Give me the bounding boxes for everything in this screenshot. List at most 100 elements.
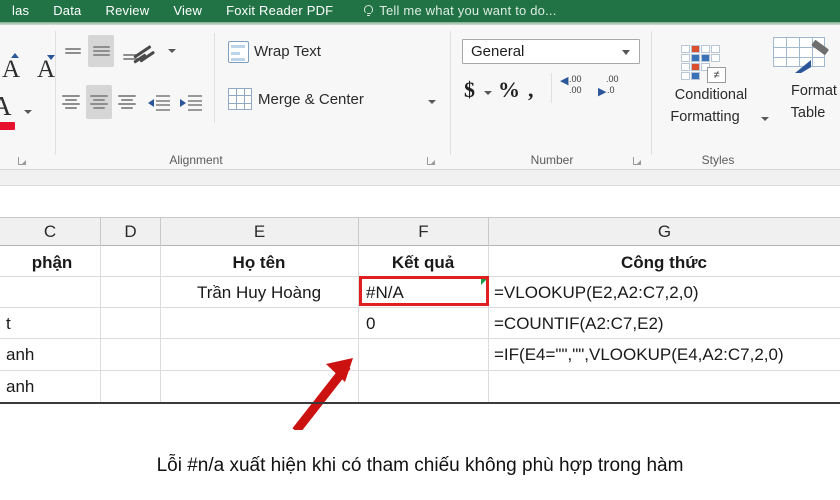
formula-bar[interactable] [0,186,840,218]
tab-formulas[interactable]: las [0,0,41,22]
merge-and-center-button[interactable]: Merge & Center [228,88,443,114]
comma-style-button[interactable]: , [528,77,534,103]
grid-row-line [0,307,840,308]
table-cell-g4[interactable]: =IF(E4="","",VLOOKUP(E4,A2:C7,2,0) [490,341,840,369]
format-as-table-label-line1: Format a [790,83,840,99]
table-cell-d1[interactable] [102,249,160,277]
brush-icon [795,39,830,75]
decrease-decimal-button[interactable]: .00 ▶ .0 [598,75,632,101]
shrink-font-arrow-icon [47,55,55,60]
table-cell-d5[interactable] [102,373,160,401]
tab-review[interactable]: Review [93,0,161,22]
column-header-d[interactable]: D [101,218,161,246]
merge-and-center-label: Merge & Center [258,91,364,108]
orientation-button[interactable] [133,39,164,65]
table-cell-e3[interactable] [161,310,357,338]
increase-indent-arrow-icon [180,99,186,107]
table-cell-d4[interactable] [102,341,160,369]
table-cell-e1[interactable]: Họ tên [161,249,357,277]
table-cell-e2[interactable]: Trần Huy Hoàng [161,279,357,307]
font-color-chevron-down-icon[interactable] [24,110,32,114]
table-cell-g1[interactable]: Công thức [489,249,839,277]
table-cell-f1[interactable]: Kết quả [359,249,487,277]
decrease-indent-arrow-icon [148,99,154,107]
table-cell-c3[interactable]: t [2,310,98,338]
number-group-label: Number [530,153,574,167]
column-header-e[interactable]: E [161,218,359,246]
caption-text: Lỗi #n/a xuất hiện khi có tham chiếu khô… [0,432,840,500]
align-top-button[interactable] [60,39,86,63]
table-cell-d3[interactable] [102,310,160,338]
ribbon-group-styles: ≠ Conditional Formatting Format a [653,25,840,170]
percent-style-button[interactable]: % [498,77,520,103]
font-dialog-launcher[interactable] [17,156,27,166]
not-equal-badge-icon: ≠ [707,67,726,83]
grid-cells-area: phận Họ tên Kết quả Công thức Trần Huy H… [0,246,840,430]
wrap-text-icon [228,41,249,63]
table-cell-g3[interactable]: =COUNTIF(A2:C7,E2) [490,310,840,338]
table-cell-g2[interactable]: =VLOOKUP(E2,A2:C7,2,0) [490,279,840,307]
conditional-formatting-button[interactable]: ≠ Conditional Formatting [653,33,769,143]
accounting-chevron-down-icon[interactable] [484,91,492,95]
table-cell-c1[interactable]: phận [2,249,98,277]
ribbon-tab-bar: las Data Review View Foxit Reader PDF Te… [0,0,840,22]
decrease-indent-button[interactable] [148,91,174,115]
tab-data[interactable]: Data [41,0,93,22]
table-cell-f3[interactable]: 0 [362,310,488,338]
grid-row-line [0,338,840,339]
table-cell-e4[interactable] [161,341,357,369]
ribbon-group-number: General $ % , ◀ .00 .00 .00 ▶ .0 Number [452,25,652,170]
number-format-chevron-down-icon [622,50,630,55]
ribbon-bottom-strip [0,170,840,186]
increase-decimal-button[interactable]: ◀ .00 .00 [560,75,594,101]
column-header-c[interactable]: C [0,218,101,246]
font-color-button[interactable]: A [0,93,16,133]
font-color-letter: A [0,91,12,121]
spreadsheet-grid: C D E F G phận Họ tên Kết quả Công thức [0,218,840,430]
merge-center-chevron-down-icon[interactable] [428,100,436,104]
align-center-button[interactable] [86,85,112,119]
align-left-button[interactable] [58,85,84,119]
table-cell-f5[interactable] [362,373,488,401]
column-header-f[interactable]: F [359,218,489,246]
grow-font-button[interactable]: A [2,57,20,82]
grid-column-line [100,246,101,402]
lightbulb-icon [363,4,374,18]
align-right-button[interactable] [114,85,140,119]
table-cell-f4[interactable] [362,341,488,369]
format-as-table-label-line2: Table [790,105,826,121]
alignment-dialog-launcher[interactable] [426,156,436,166]
number-format-select[interactable]: General [462,39,640,64]
table-cell-c4[interactable]: anh [2,341,98,369]
table-cell-e5[interactable] [161,373,357,401]
wrap-text-label: Wrap Text [254,43,321,60]
table-cell-d2[interactable] [102,279,160,307]
accounting-format-button[interactable]: $ [464,77,475,103]
format-as-table-button[interactable]: Format a Table [771,33,840,143]
align-middle-button[interactable] [88,35,114,67]
tab-view[interactable]: View [161,0,214,22]
decrease-decimal-label: .00 [606,74,619,84]
format-as-table-icon [773,37,830,75]
tab-foxit-reader-pdf[interactable]: Foxit Reader PDF [214,0,345,22]
column-header-g[interactable]: G [489,218,840,246]
table-cell-g5[interactable] [490,373,840,401]
formula-error-triangle-icon [481,278,488,285]
tell-me-search[interactable]: Tell me what you want to do... [345,0,556,22]
tell-me-label: Tell me what you want to do... [379,3,557,18]
table-cell-c2[interactable] [2,279,98,307]
number-inner-divider [551,73,552,103]
increase-indent-button[interactable] [180,91,206,115]
grow-font-arrow-icon [11,53,19,58]
table-cell-f2[interactable]: #N/A [362,279,488,307]
increase-decimal-label: .00 [569,74,582,84]
grid-bottom-rule [0,402,840,404]
alignment-inner-divider [214,33,215,123]
conditional-formatting-icon: ≠ [681,45,727,83]
font-color-swatch [0,122,15,130]
wrap-text-button[interactable]: Wrap Text [228,41,418,65]
column-header-row: C D E F G [0,218,840,246]
shrink-font-button[interactable]: A [37,57,55,82]
orientation-chevron-down-icon[interactable] [168,49,176,53]
table-cell-c5[interactable]: anh [2,373,98,401]
